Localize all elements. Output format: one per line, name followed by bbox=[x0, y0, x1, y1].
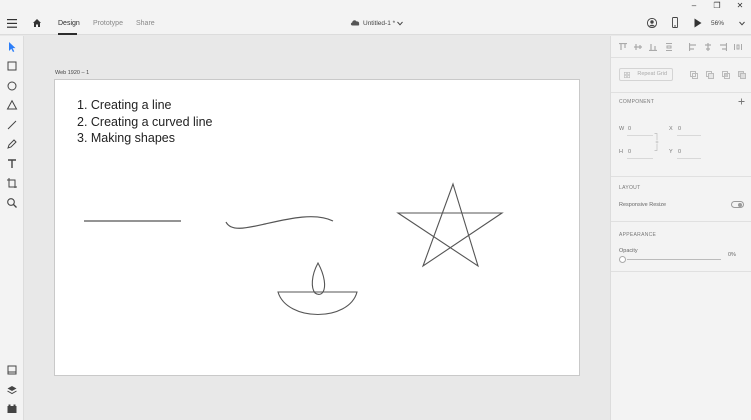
distribute-vertical-icon[interactable] bbox=[665, 43, 673, 51]
x-field[interactable]: 0 bbox=[678, 126, 681, 132]
x-field-underline bbox=[677, 135, 701, 136]
toggle-knob bbox=[738, 203, 742, 207]
select-tool-icon[interactable] bbox=[6, 41, 18, 53]
lamp-bowl-shape[interactable] bbox=[277, 291, 358, 316]
repeat-grid-button[interactable]: Repeat Grid bbox=[619, 68, 673, 81]
line-tool-icon[interactable] bbox=[6, 119, 18, 131]
align-center-icon[interactable] bbox=[704, 43, 712, 51]
canvas-pasteboard[interactable]: Web 1920 – 1 1. Creating a line 2. Creat… bbox=[25, 36, 610, 420]
star-shape[interactable] bbox=[396, 182, 504, 268]
x-label: X bbox=[669, 126, 673, 132]
chevron-down-icon[interactable] bbox=[397, 21, 403, 26]
align-bottom-icon[interactable] bbox=[649, 43, 657, 51]
section-divider bbox=[611, 176, 751, 177]
artboard-shapes bbox=[84, 182, 504, 316]
left-toolbar bbox=[0, 36, 24, 420]
zoom-chevron-down-icon[interactable] bbox=[739, 21, 745, 26]
distribute-horizontal-icon[interactable] bbox=[734, 43, 742, 51]
y-field[interactable]: 0 bbox=[678, 149, 681, 155]
height-field[interactable]: 0 bbox=[628, 149, 631, 155]
opacity-slider-track[interactable] bbox=[627, 259, 721, 260]
component-heading: COMPONENT bbox=[619, 99, 655, 105]
zoom-level[interactable]: 56% bbox=[711, 12, 724, 35]
layers-icon[interactable] bbox=[6, 384, 18, 396]
plugins-icon[interactable] bbox=[6, 364, 18, 376]
boolean-add-icon[interactable] bbox=[690, 71, 698, 79]
boolean-exclude-icon[interactable] bbox=[738, 71, 746, 79]
boolean-intersect-icon[interactable] bbox=[722, 71, 730, 79]
top-toolbar: Design Prototype Share Untitled-1 * 56% bbox=[0, 12, 751, 35]
close-icon[interactable]: ✕ bbox=[729, 0, 751, 12]
tab-design[interactable]: Design bbox=[58, 12, 80, 35]
align-top-icon[interactable] bbox=[619, 43, 627, 51]
title-bar: – ❐ ✕ bbox=[0, 0, 751, 12]
play-icon[interactable] bbox=[694, 18, 702, 28]
align-left-icon[interactable] bbox=[689, 43, 697, 51]
property-inspector: Repeat Grid COMPONENT W 0 X 0 H 0 Y 0 LA… bbox=[610, 36, 751, 420]
text-tool-icon[interactable] bbox=[6, 158, 18, 170]
repeat-grid-label: Repeat Grid bbox=[637, 71, 667, 77]
width-field[interactable]: 0 bbox=[628, 126, 631, 132]
ellipse-tool-icon[interactable] bbox=[6, 80, 18, 92]
tab-active-indicator bbox=[58, 33, 77, 35]
curved-line-shape[interactable] bbox=[225, 216, 334, 229]
zoom-tool-icon[interactable] bbox=[6, 197, 18, 209]
link-proportions-icon[interactable] bbox=[654, 133, 660, 151]
width-field-underline bbox=[627, 135, 653, 136]
section-divider bbox=[611, 271, 751, 272]
lamp-flame-shape[interactable] bbox=[311, 261, 326, 295]
hamburger-menu-icon[interactable] bbox=[7, 19, 17, 28]
height-label: H bbox=[619, 149, 623, 155]
artboard[interactable]: 1. Creating a line 2. Creating a curved … bbox=[54, 79, 580, 376]
responsive-resize-toggle[interactable] bbox=[731, 201, 744, 208]
restore-icon[interactable]: ❐ bbox=[706, 0, 728, 12]
y-label: Y bbox=[669, 149, 673, 155]
align-middle-icon[interactable] bbox=[634, 43, 642, 51]
user-avatar-icon[interactable] bbox=[647, 18, 657, 28]
section-divider bbox=[611, 92, 751, 93]
responsive-resize-label: Responsive Resize bbox=[619, 202, 667, 208]
artboard-tool-icon[interactable] bbox=[6, 177, 18, 189]
cloud-icon bbox=[350, 20, 360, 26]
artboard-name-label[interactable]: Web 1920 – 1 bbox=[55, 70, 89, 76]
align-toolbar bbox=[611, 36, 751, 58]
opacity-label: Opacity bbox=[619, 248, 638, 254]
document-title[interactable]: Untitled-1 * bbox=[363, 12, 395, 35]
layout-heading: LAYOUT bbox=[619, 185, 641, 191]
home-icon[interactable] bbox=[32, 18, 42, 28]
grid-icon bbox=[624, 72, 630, 78]
boolean-subtract-icon[interactable] bbox=[706, 71, 714, 79]
appearance-heading: APPEARANCE bbox=[619, 232, 657, 238]
section-divider bbox=[611, 221, 751, 222]
minimize-icon[interactable]: – bbox=[683, 0, 705, 12]
assets-icon[interactable] bbox=[6, 403, 18, 415]
y-field-underline bbox=[677, 158, 701, 159]
width-label: W bbox=[619, 126, 625, 132]
pen-tool-icon[interactable] bbox=[6, 138, 18, 150]
tab-share[interactable]: Share bbox=[136, 12, 155, 35]
opacity-slider-thumb[interactable] bbox=[619, 256, 626, 263]
rectangle-tool-icon[interactable] bbox=[6, 60, 18, 72]
mobile-preview-icon[interactable] bbox=[672, 17, 678, 28]
add-component-icon[interactable] bbox=[738, 98, 745, 105]
polygon-tool-icon[interactable] bbox=[6, 99, 18, 111]
height-field-underline bbox=[627, 158, 653, 159]
opacity-value[interactable]: 0% bbox=[728, 252, 736, 258]
tab-prototype[interactable]: Prototype bbox=[93, 12, 123, 35]
align-right-icon[interactable] bbox=[719, 43, 727, 51]
